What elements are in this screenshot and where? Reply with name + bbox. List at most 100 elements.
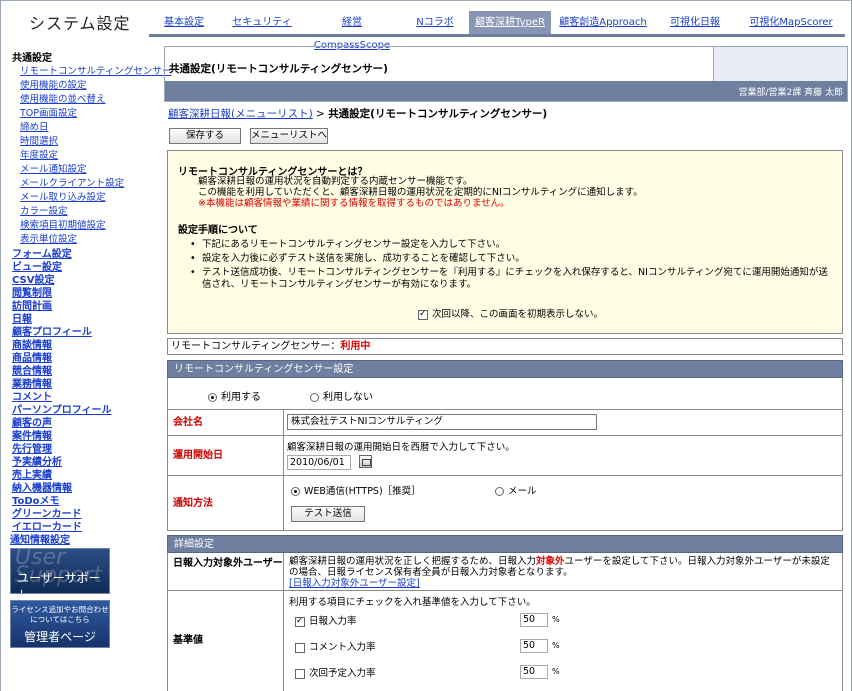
notify-mail-label: メール	[508, 486, 537, 497]
no-show-label: 次回以降、この画面を初期表示しない。	[432, 309, 604, 320]
sidebar-item-fiscal-year[interactable]: 年度設定	[20, 147, 58, 161]
no-show-checkbox[interactable]	[418, 309, 428, 320]
criteria-daily-input[interactable]: 50	[520, 613, 548, 627]
sidebar-item-mail-import[interactable]: メール取り込み設定	[20, 189, 106, 203]
menu-list-button[interactable]: メニューリストへ	[250, 128, 328, 144]
step-item: テスト送信成功後、リモートコンサルティングセンサーを『利用する』にチェックを入れ…	[190, 267, 830, 291]
sidebar-item-top-screen[interactable]: TOP画面設定	[20, 105, 77, 119]
page-header: 共通設定(リモートコンサルティングセンサー) 営業部/営業2課 斉藤 太郎	[164, 46, 848, 102]
start-date-hint: 顧客深耕日報の運用開始日を西暦で入力して下さい。	[287, 442, 515, 453]
sidebar-item-time-select[interactable]: 時間選択	[20, 133, 58, 147]
criteria-unit: %	[552, 667, 560, 676]
breadcrumb-current: 共通設定(リモートコンサルティングセンサー)	[328, 108, 548, 120]
criteria-label: 基準値	[168, 591, 284, 691]
admin-banner-line2: についてはこちら	[30, 615, 90, 624]
criteria-item: 次回予定入力率 50 %	[295, 665, 560, 679]
detail-settings-header: 詳細設定	[167, 535, 843, 553]
company-label: 会社名	[168, 410, 284, 435]
tab-visual-daily[interactable]: 可視化日報	[659, 11, 731, 34]
calendar-icon[interactable]	[359, 455, 372, 468]
criteria-unit: %	[552, 641, 560, 650]
tab-approach[interactable]: 顧客創造Approach	[555, 11, 651, 34]
notify-web-option[interactable]: WEB通信(HTTPS)［推奨］	[291, 483, 421, 497]
excluded-users-settings-link[interactable]: [日報入力対象外ユーザー設定]	[289, 578, 420, 589]
criteria-next-plan-option[interactable]: 次回予定入力率	[295, 665, 376, 679]
user-support-label: ユーザーサポート	[17, 571, 101, 593]
sidebar-item-remote-sensor[interactable]: リモートコンサルティングセンサー	[20, 63, 171, 77]
app-title: システム設定	[29, 14, 131, 33]
tab-map-scorer[interactable]: 可視化MapScorer	[739, 11, 843, 34]
info-warning: ※本機能は顧客情報や業績に関する情報を取得するものではありません。	[198, 198, 510, 209]
start-date-row: 運用開始日 顧客深耕日報の運用開始日を西暦で入力して下さい。 2010/06/0…	[167, 436, 843, 476]
user-support-banner[interactable]: User Support ユーザーサポート	[10, 548, 110, 594]
use-off-radio[interactable]	[310, 392, 319, 402]
use-on-option[interactable]: 利用する	[208, 388, 261, 403]
start-date-input[interactable]: 2010/06/01	[287, 455, 351, 470]
criteria-unit: %	[552, 615, 560, 624]
notify-method-cell: WEB通信(HTTPS)［推奨］ メール テスト送信	[285, 476, 842, 530]
use-off-label: 利用しない	[323, 392, 373, 403]
criteria-next-plan-checkbox[interactable]	[295, 668, 305, 679]
tab-typer[interactable]: 顧客深耕TypeR	[469, 11, 551, 34]
sidebar-item-notification[interactable]: 通知情報設定	[10, 531, 70, 546]
admin-page-banner[interactable]: ライセンス追加やお問合わせ についてはこちら 管理者ページ	[10, 600, 110, 648]
sidebar-item-feature-settings[interactable]: 使用機能の設定	[20, 77, 87, 91]
app-header: システム設定 基本設定 セキュリティ 経営CompassScope Nコラボ 顧…	[0, 0, 852, 51]
criteria-next-plan-input[interactable]: 50	[520, 665, 548, 679]
company-row: 会社名 株式会社テストNIコンサルティング	[167, 410, 843, 436]
criteria-item: コメント入力率 50 %	[295, 639, 560, 653]
criteria-comment-option[interactable]: コメント入力率	[295, 639, 376, 653]
breadcrumb-menu-link[interactable]: 顧客深耕日報(メニューリスト)	[168, 108, 313, 120]
no-show-option[interactable]: 次回以降、この画面を初期表示しない。	[418, 306, 603, 320]
test-send-button[interactable]: テスト送信	[291, 506, 365, 522]
criteria-daily-option[interactable]: 日報入力率	[295, 613, 357, 627]
exclude-text-1: 顧客深耕日報の運用状況を正しく把握するため、日報入力	[289, 556, 537, 567]
main-content: 共通設定(リモートコンサルティングセンサー) 営業部/営業2課 斉藤 太郎 顧客…	[162, 42, 852, 691]
start-date-cell: 顧客深耕日報の運用開始日を西暦で入力して下さい。 2010/06/01	[285, 436, 842, 475]
use-off-option[interactable]: 利用しない	[310, 388, 373, 403]
excluded-users-row: 日報入力対象外ユーザー 顧客深耕日報の運用状況を正しく把握するため、日報入力対象…	[167, 553, 843, 591]
tab-ncollabo[interactable]: Nコラボ	[406, 11, 464, 34]
use-on-radio[interactable]	[208, 392, 217, 402]
sidebar-item-color[interactable]: カラー設定	[20, 203, 68, 217]
criteria-comment-checkbox[interactable]	[295, 642, 305, 653]
notify-method-row: 通知方法 WEB通信(HTTPS)［推奨］ メール テスト送信	[167, 476, 843, 531]
criteria-row: 基準値 利用する項目にチェックを入れ基準値を入力して下さい。 日報入力率 50 …	[167, 591, 843, 691]
sidebar-item-mail-client[interactable]: メールクライアント設定	[20, 175, 124, 189]
sidebar-item-mail-notify[interactable]: メール通知設定	[20, 161, 87, 175]
sidebar: 共通設定 リモートコンサルティングセンサー 使用機能の設定 使用機能の並べ替え …	[0, 42, 171, 691]
exclude-text-red: 対象外	[536, 556, 565, 567]
criteria-comment-input[interactable]: 50	[520, 639, 548, 653]
breadcrumb-separator: >	[312, 108, 329, 120]
tab-compass-scope[interactable]: 経営CompassScope	[305, 11, 399, 51]
criteria-daily-checkbox[interactable]	[295, 616, 305, 627]
notify-mail-option[interactable]: メール	[495, 483, 537, 497]
sidebar-item-closing-day[interactable]: 締め日	[20, 119, 49, 133]
user-info: 営業部/営業2課 斉藤 太郎	[738, 88, 843, 98]
tab-basic-settings[interactable]: 基本設定	[149, 11, 219, 34]
excluded-users-text: 顧客深耕日報の運用状況を正しく把握するため、日報入力対象外ユーザーを設定して下さ…	[289, 556, 839, 589]
company-name-input[interactable]: 株式会社テストNIコンサルティング	[287, 414, 597, 430]
status-label: リモートコンサルティングセンサー：	[171, 341, 341, 352]
sidebar-item-feature-order[interactable]: 使用機能の並べ替え	[20, 91, 106, 105]
page-header-bar: 営業部/営業2課 斉藤 太郎	[165, 81, 847, 101]
info-box: リモートコンサルティングセンサーとは？ 顧客深耕日報の運用状況を自動判定する内蔵…	[167, 150, 843, 334]
top-tab-bar: 基本設定 セキュリティ 経営CompassScope Nコラボ 顧客深耕Type…	[149, 11, 845, 51]
sidebar-item-search-defaults[interactable]: 検索項目初期値設定	[20, 217, 106, 231]
use-toggle-row: 利用する 利用しない	[167, 378, 843, 410]
use-on-label: 利用する	[221, 392, 261, 403]
notify-mail-radio[interactable]	[495, 487, 504, 496]
excluded-users-cell: 顧客深耕日報の運用状況を正しく把握するため、日報入力対象外ユーザーを設定して下さ…	[285, 553, 842, 590]
status-badge: 利用中	[340, 341, 371, 352]
admin-banner-line1: ライセンス追加やお問合わせ	[11, 605, 109, 614]
save-button[interactable]: 保存する	[169, 128, 241, 144]
page-header-aside	[713, 47, 847, 82]
criteria-comment-label: コメント入力率	[309, 642, 376, 653]
step-item: 設定を入力後に必ずテスト送信を実施し、成功することを確認して下さい。	[190, 253, 830, 265]
criteria-hint: 利用する項目にチェックを入れ基準値を入力して下さい。	[289, 597, 536, 608]
tab-security[interactable]: セキュリティ	[226, 11, 298, 34]
steps-title: 設定手順について	[178, 225, 258, 236]
step-item: 下記にあるリモートコンサルティングセンサー設定を入力して下さい。	[190, 239, 830, 251]
sidebar-item-display-unit[interactable]: 表示単位設定	[20, 231, 77, 245]
notify-web-radio[interactable]	[291, 487, 300, 496]
